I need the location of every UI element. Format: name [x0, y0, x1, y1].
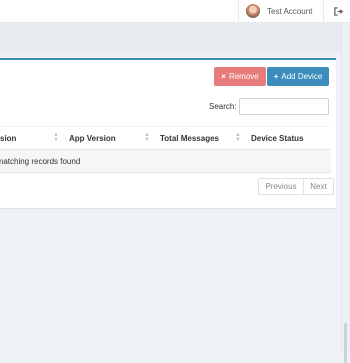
remove-button-label: Remove [228, 72, 259, 81]
search-input[interactable] [239, 98, 329, 115]
devices-table: sion ▲ ▼ App Version ▲ ▼ Total Messages ▲ ▼… [0, 126, 331, 173]
add-device-button-label: Add Device [281, 72, 323, 81]
plus-icon: + [273, 72, 279, 81]
user-menu[interactable]: Test Account [238, 0, 324, 22]
column-header-total-messages[interactable]: Total Messages [160, 127, 219, 149]
top-navbar: Test Account [0, 0, 350, 23]
table-header: sion ▲ ▼ App Version ▲ ▼ Total Messages ▲ ▼… [0, 126, 331, 150]
logout-icon[interactable] [326, 0, 350, 22]
empty-table-message: o matching records found [0, 156, 81, 166]
sort-icon: ▲ ▼ [235, 132, 241, 143]
column-header-version[interactable]: sion [0, 127, 16, 149]
sign-out-icon [333, 6, 343, 16]
scrollbar-thumb[interactable] [344, 323, 347, 363]
sort-icon: ▲ ▼ [53, 132, 59, 143]
sort-icon: ▲ ▼ [144, 132, 150, 143]
scrollbar[interactable] [341, 23, 350, 363]
column-header-device-status[interactable]: Device Status [251, 127, 303, 149]
next-page-button[interactable]: Next [304, 178, 334, 195]
times-icon: × [221, 72, 226, 81]
content-header [0, 23, 350, 53]
add-device-button[interactable]: + Add Device [267, 67, 329, 86]
table-row-empty: o matching records found [0, 150, 331, 173]
user-avatar [246, 4, 260, 18]
previous-page-button[interactable]: Previous [258, 178, 304, 195]
devices-box: × Remove + Add Device Search: sion ▲ ▼ Ap… [0, 58, 336, 208]
search-label: Search: [209, 102, 237, 111]
remove-button[interactable]: × Remove [214, 67, 266, 86]
user-name: Test Account [267, 6, 313, 16]
column-header-app-version[interactable]: App Version [69, 127, 116, 149]
pagination: Previous Next [258, 178, 334, 195]
